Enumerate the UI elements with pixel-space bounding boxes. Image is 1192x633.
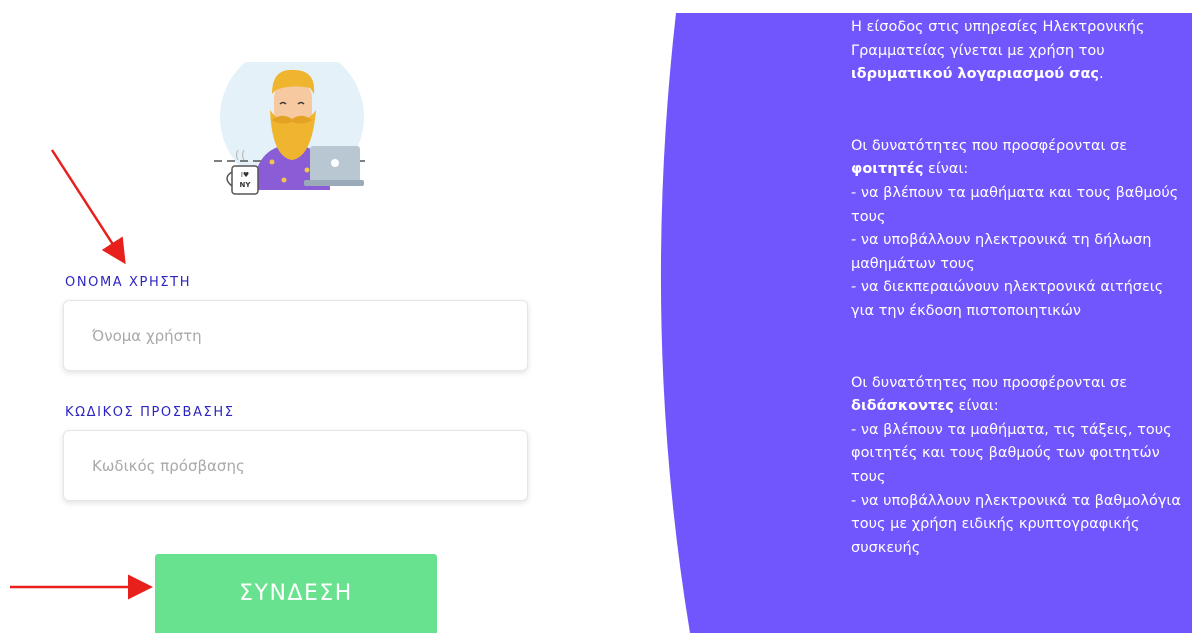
students-item: - να βλέπουν τα μαθήματα και τους βαθμού… xyxy=(851,184,1179,225)
students-bold: φοιτητές xyxy=(851,161,924,178)
students-item: - να υποβάλλουν ηλεκτρονικά τη δήλωση μα… xyxy=(851,232,1152,272)
teachers-item: - να υποβάλλουν ηλεκτρονικά τα βαθμολόγι… xyxy=(851,492,1181,556)
teachers-bold: διδάσκοντες xyxy=(851,398,954,415)
username-input[interactable] xyxy=(63,300,528,371)
mug-text-bottom: NY xyxy=(240,181,252,189)
intro-text: Η είσοδος στις υπηρεσίες Ηλεκτρονικής Γρ… xyxy=(851,19,1145,59)
students-heading: Οι δυνατότητες που προσφέρονται σε φοιτη… xyxy=(851,137,1128,178)
intro-bold: ιδρυματικού λογαριασμού σας xyxy=(851,66,1100,83)
intro-paragraph: Η είσοδος στις υπηρεσίες Ηλεκτρονικής Γρ… xyxy=(851,19,1145,83)
info-panel: Η είσοδος στις υπηρεσίες Ηλεκτρονικής Γρ… xyxy=(851,16,1181,560)
password-input[interactable] xyxy=(63,430,528,501)
username-label: ΟΝΟΜΑ ΧΡΗΣΤΗ xyxy=(65,275,192,290)
students-item: - να διεκπεραιώνουν ηλεκτρονικά αιτήσεις… xyxy=(851,279,1164,319)
user-illustration: I♥ NY xyxy=(214,62,370,195)
mug-text-top: I♥ xyxy=(241,171,249,179)
password-label: ΚΩΔΙΚΟΣ ΠΡΟΣΒΑΣΗΣ xyxy=(65,405,235,420)
teachers-heading: Οι δυνατότητες που προσφέρονται σε διδάσ… xyxy=(851,374,1128,415)
teachers-item: - να βλέπουν τα μαθήματα, τις τάξεις, το… xyxy=(851,421,1172,485)
login-button[interactable]: ΣΥΝΔΕΣΗ xyxy=(155,554,437,633)
